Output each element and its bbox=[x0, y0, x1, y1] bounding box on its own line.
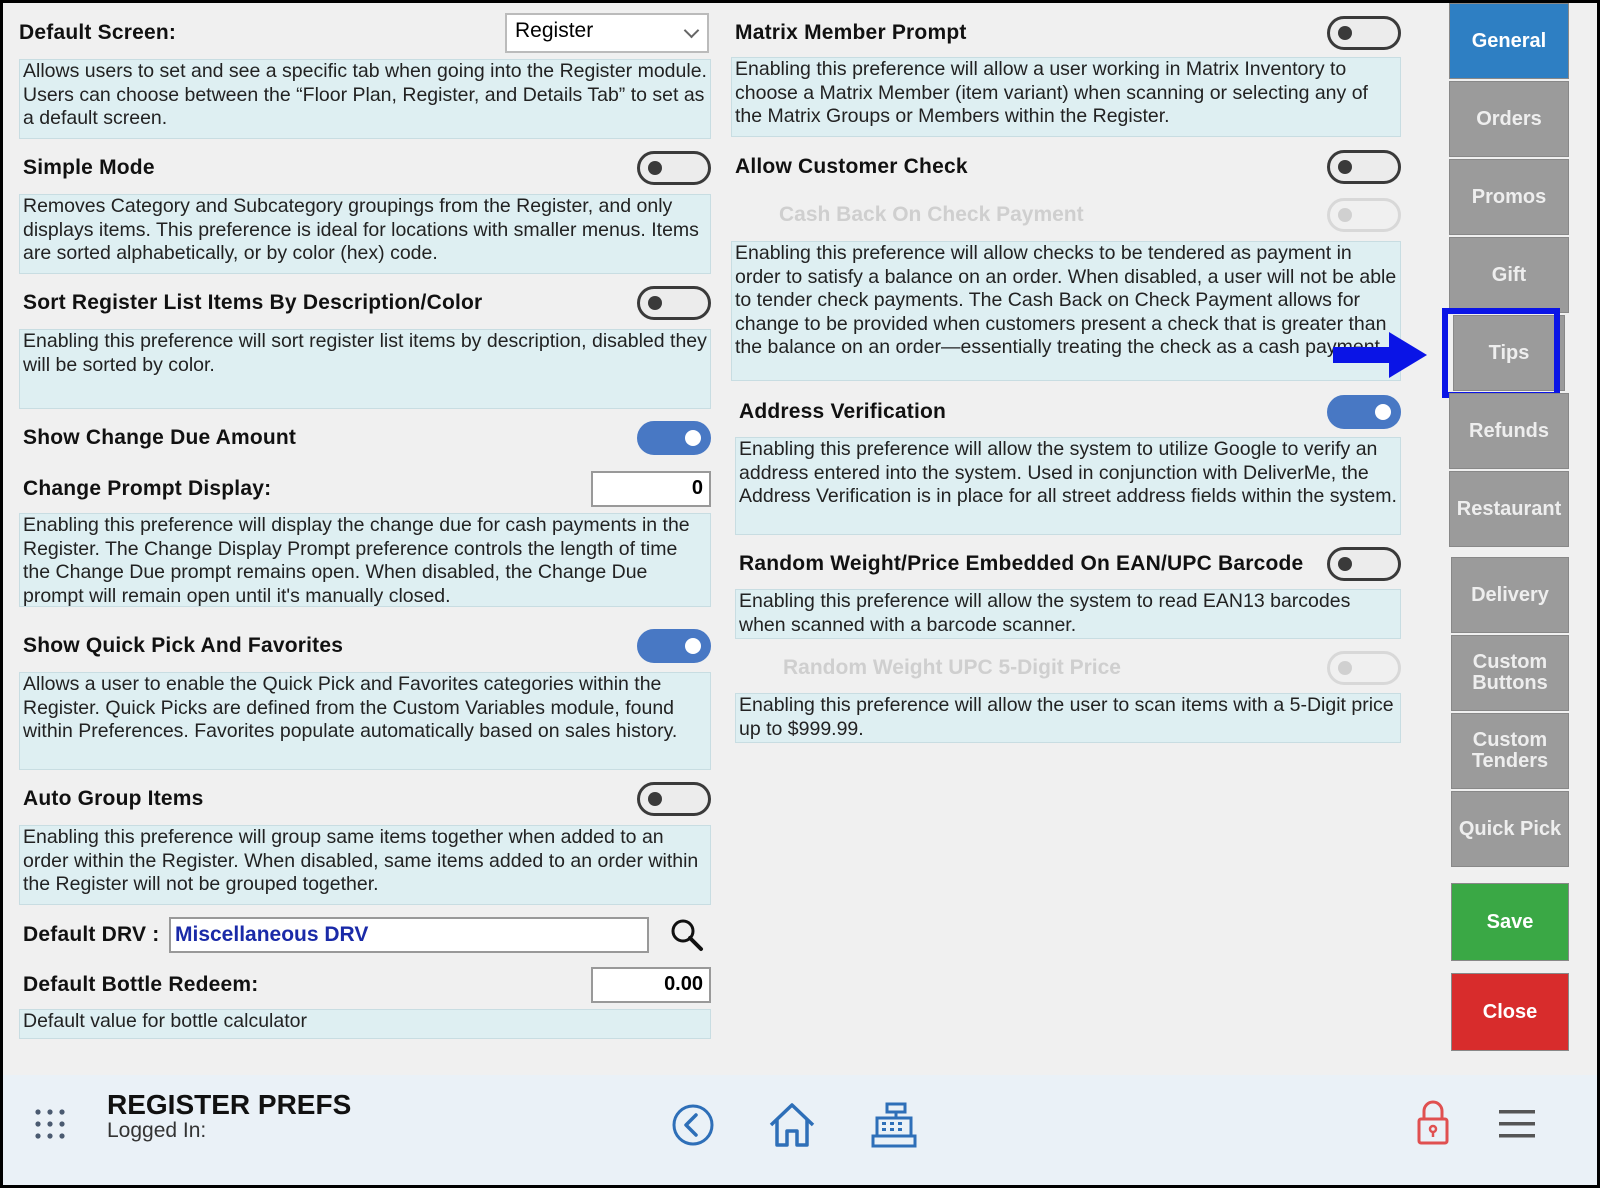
app-frame: Default Screen: Register Allows users to… bbox=[3, 3, 1597, 1185]
auto-group-row: Auto Group Items bbox=[19, 779, 711, 819]
default-screen-value: Register bbox=[515, 19, 594, 42]
home-icon[interactable] bbox=[767, 1101, 817, 1149]
arrow-annotation-icon bbox=[1333, 332, 1427, 378]
sort-register-description: Enabling this preference will sort regis… bbox=[19, 329, 711, 409]
tab-custom-tenders[interactable]: Custom Tenders bbox=[1451, 713, 1569, 789]
address-description: Enabling this preference will allow the … bbox=[735, 437, 1401, 535]
tab-delivery[interactable]: Delivery bbox=[1451, 557, 1569, 633]
quick-pick-toggle[interactable] bbox=[637, 629, 711, 663]
sort-register-row: Sort Register List Items By Description/… bbox=[19, 283, 711, 323]
default-screen-select[interactable]: Register bbox=[505, 13, 709, 53]
show-change-due-label: Show Change Due Amount bbox=[23, 426, 297, 449]
random-weight-toggle[interactable] bbox=[1327, 547, 1401, 581]
cash-register-icon[interactable] bbox=[869, 1101, 917, 1149]
auto-group-description: Enabling this preference will group same… bbox=[19, 825, 711, 905]
change-prompt-description: Enabling this preference will display th… bbox=[19, 513, 711, 607]
close-button[interactable]: Close bbox=[1451, 973, 1569, 1051]
matrix-label: Matrix Member Prompt bbox=[735, 21, 967, 44]
sort-register-label: Sort Register List Items By Description/… bbox=[23, 291, 483, 314]
sidebar: General Orders Promos Gift Tips Refunds … bbox=[1442, 3, 1597, 1075]
tab-custom-buttons[interactable]: Custom Buttons bbox=[1451, 635, 1569, 711]
address-toggle[interactable] bbox=[1327, 395, 1401, 429]
tips-highlight-box bbox=[1442, 308, 1560, 398]
bottle-redeem-label: Default Bottle Redeem: bbox=[23, 973, 259, 996]
bottle-redeem-description: Default value for bottle calculator bbox=[19, 1009, 711, 1039]
five-digit-toggle[interactable] bbox=[1327, 651, 1401, 685]
tab-quick-pick[interactable]: Quick Pick bbox=[1451, 791, 1569, 867]
auto-group-toggle[interactable] bbox=[637, 782, 711, 816]
tab-general[interactable]: General bbox=[1449, 3, 1569, 79]
auto-group-label: Auto Group Items bbox=[23, 787, 204, 810]
tab-gift[interactable]: Gift bbox=[1449, 237, 1569, 313]
default-drv-input[interactable]: Miscellaneous DRV bbox=[169, 917, 649, 953]
sort-register-toggle[interactable] bbox=[637, 286, 711, 320]
cash-back-description: Enabling this preference will allow chec… bbox=[731, 241, 1401, 381]
preferences-panel: Default Screen: Register Allows users to… bbox=[3, 3, 1473, 1093]
change-prompt-input[interactable]: 0 bbox=[591, 471, 711, 507]
address-label: Address Verification bbox=[739, 400, 947, 423]
default-drv-label: Default DRV : bbox=[23, 923, 160, 946]
bottom-bar: REGISTER PREFS Logged In: bbox=[3, 1075, 1597, 1185]
show-change-due-toggle[interactable] bbox=[637, 421, 711, 455]
random-weight-label: Random Weight/Price Embedded On EAN/UPC … bbox=[739, 552, 1304, 575]
apps-grid-icon[interactable] bbox=[33, 1107, 67, 1141]
tab-restaurant[interactable]: Restaurant bbox=[1449, 471, 1569, 547]
matrix-row: Matrix Member Prompt bbox=[731, 13, 1401, 53]
quick-pick-description: Allows a user to enable the Quick Pick a… bbox=[19, 672, 711, 770]
cash-back-row: Cash Back On Check Payment bbox=[731, 195, 1401, 235]
matrix-toggle[interactable] bbox=[1327, 16, 1401, 50]
logged-in-label: Logged In: bbox=[107, 1119, 207, 1142]
cash-back-toggle[interactable] bbox=[1327, 198, 1401, 232]
tab-refunds[interactable]: Refunds bbox=[1449, 393, 1569, 469]
search-icon[interactable] bbox=[669, 917, 705, 953]
tab-promos[interactable]: Promos bbox=[1449, 159, 1569, 235]
change-prompt-row: Change Prompt Display: 0 bbox=[19, 469, 711, 509]
five-digit-description: Enabling this preference will allow the … bbox=[735, 693, 1401, 743]
customer-check-label: Allow Customer Check bbox=[735, 155, 968, 178]
save-button[interactable]: Save bbox=[1451, 883, 1569, 961]
simple-mode-row: Simple Mode bbox=[19, 148, 711, 188]
menu-icon[interactable] bbox=[1497, 1109, 1537, 1139]
customer-check-row: Allow Customer Check bbox=[731, 147, 1401, 187]
back-icon[interactable] bbox=[671, 1103, 715, 1147]
simple-mode-label: Simple Mode bbox=[23, 156, 155, 179]
cash-back-label: Cash Back On Check Payment bbox=[779, 203, 1084, 226]
five-digit-label: Random Weight UPC 5-Digit Price bbox=[783, 656, 1121, 679]
lock-icon[interactable] bbox=[1415, 1099, 1451, 1147]
show-change-due-row: Show Change Due Amount bbox=[19, 418, 711, 458]
customer-check-toggle[interactable] bbox=[1327, 150, 1401, 184]
change-prompt-label: Change Prompt Display: bbox=[23, 477, 272, 500]
default-screen-description: Allows users to set and see a specific t… bbox=[19, 59, 711, 139]
random-weight-row: Random Weight/Price Embedded On EAN/UPC … bbox=[735, 544, 1401, 584]
quick-pick-label: Show Quick Pick And Favorites bbox=[23, 634, 344, 657]
random-weight-description: Enabling this preference will allow the … bbox=[735, 589, 1401, 639]
simple-mode-toggle[interactable] bbox=[637, 151, 711, 185]
address-row: Address Verification bbox=[735, 392, 1401, 432]
chevron-down-icon bbox=[683, 22, 700, 39]
matrix-description: Enabling this preference will allow a us… bbox=[731, 57, 1401, 137]
page-title: REGISTER PREFS bbox=[107, 1089, 352, 1120]
tab-orders[interactable]: Orders bbox=[1449, 81, 1569, 157]
simple-mode-description: Removes Category and Subcategory groupin… bbox=[19, 194, 711, 274]
bottle-redeem-row: Default Bottle Redeem: 0.00 bbox=[19, 965, 711, 1005]
bottle-redeem-input[interactable]: 0.00 bbox=[591, 967, 711, 1003]
default-screen-label: Default Screen: bbox=[19, 21, 177, 44]
five-digit-row: Random Weight UPC 5-Digit Price bbox=[735, 648, 1401, 688]
quick-pick-row: Show Quick Pick And Favorites bbox=[19, 626, 711, 666]
